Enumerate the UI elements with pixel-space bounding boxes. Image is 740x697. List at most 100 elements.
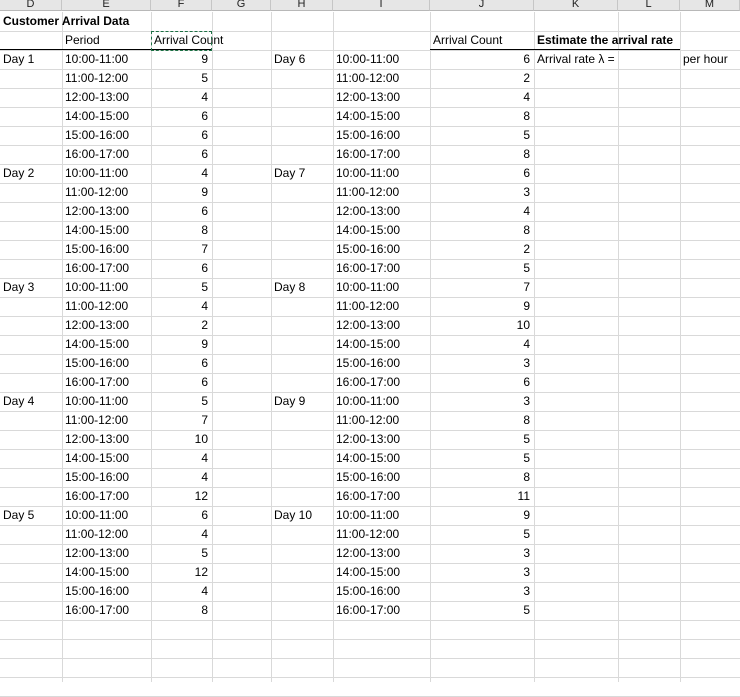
period-cell[interactable]: 15:00-16:00 xyxy=(333,240,430,259)
arrival-count-cell[interactable]: 3 xyxy=(430,354,534,373)
period-cell[interactable]: 14:00-15:00 xyxy=(333,335,430,354)
sheet-title[interactable]: Customer Arrival Data xyxy=(0,12,129,31)
arrival-count-cell[interactable]: 5 xyxy=(430,126,534,145)
day-label[interactable]: Day 1 xyxy=(0,50,62,69)
period-cell[interactable]: 11:00-12:00 xyxy=(333,69,430,88)
arrival-count-cell[interactable]: 8 xyxy=(151,601,212,620)
column-header-g[interactable]: G xyxy=(212,0,271,11)
column-header-e[interactable]: E xyxy=(62,0,151,11)
arrival-count-cell[interactable]: 3 xyxy=(430,392,534,411)
period-cell[interactable]: 10:00-11:00 xyxy=(62,278,151,297)
arrival-count-cell[interactable]: 4 xyxy=(151,164,212,183)
period-cell[interactable]: 11:00-12:00 xyxy=(333,297,430,316)
period-cell[interactable]: 14:00-15:00 xyxy=(333,563,430,582)
period-cell[interactable]: 11:00-12:00 xyxy=(62,69,151,88)
period-cell[interactable]: 16:00-17:00 xyxy=(62,145,151,164)
arrival-count-cell[interactable]: 10 xyxy=(151,430,212,449)
arrival-count-cell[interactable]: 3 xyxy=(430,563,534,582)
arrival-count-cell[interactable]: 6 xyxy=(151,259,212,278)
arrival-count-cell[interactable]: 6 xyxy=(151,202,212,221)
arrival-count-cell[interactable]: 2 xyxy=(430,240,534,259)
period-cell[interactable]: 14:00-15:00 xyxy=(333,221,430,240)
arrival-count-cell[interactable]: 4 xyxy=(151,297,212,316)
period-cell[interactable]: 16:00-17:00 xyxy=(62,601,151,620)
day-label[interactable]: Day 10 xyxy=(271,506,333,525)
arrival-count-cell[interactable]: 5 xyxy=(151,69,212,88)
arrival-count-cell[interactable]: 11 xyxy=(430,487,534,506)
period-cell[interactable]: 11:00-12:00 xyxy=(333,183,430,202)
arrival-count-cell[interactable]: 6 xyxy=(151,145,212,164)
period-cell[interactable]: 10:00-11:00 xyxy=(333,506,430,525)
arrival-count-cell[interactable]: 5 xyxy=(430,601,534,620)
period-cell[interactable]: 16:00-17:00 xyxy=(333,145,430,164)
arrival-count-cell[interactable]: 9 xyxy=(151,335,212,354)
day-label[interactable]: Day 2 xyxy=(0,164,62,183)
arrival-rate-unit[interactable]: per hour xyxy=(680,50,740,69)
period-cell[interactable]: 12:00-13:00 xyxy=(62,88,151,107)
period-cell[interactable]: 10:00-11:00 xyxy=(62,50,151,69)
period-cell[interactable]: 10:00-11:00 xyxy=(333,50,430,69)
column-header-j[interactable]: J xyxy=(430,0,534,11)
period-cell[interactable]: 12:00-13:00 xyxy=(333,88,430,107)
period-cell[interactable]: 15:00-16:00 xyxy=(62,126,151,145)
arrival-count-cell[interactable]: 4 xyxy=(151,449,212,468)
arrival-count-cell[interactable]: 9 xyxy=(151,183,212,202)
arrival-count-cell[interactable]: 5 xyxy=(430,525,534,544)
period-cell[interactable]: 11:00-12:00 xyxy=(62,297,151,316)
arrival-count-cell[interactable]: 5 xyxy=(430,449,534,468)
period-cell[interactable]: 16:00-17:00 xyxy=(333,259,430,278)
arrival-count-cell[interactable]: 8 xyxy=(430,468,534,487)
arrival-count-cell[interactable]: 8 xyxy=(430,107,534,126)
period-cell[interactable]: 12:00-13:00 xyxy=(333,202,430,221)
arrival-count-cell[interactable]: 6 xyxy=(430,50,534,69)
arrival-count-cell[interactable]: 2 xyxy=(430,69,534,88)
arrival-count-cell[interactable]: 4 xyxy=(151,582,212,601)
arrival-count-header-2[interactable]: Arrival Count xyxy=(430,31,534,50)
period-cell[interactable]: 14:00-15:00 xyxy=(62,221,151,240)
arrival-count-cell[interactable]: 7 xyxy=(151,411,212,430)
column-header-d[interactable]: D xyxy=(0,0,62,11)
arrival-count-cell[interactable]: 8 xyxy=(430,411,534,430)
period-cell[interactable]: 14:00-15:00 xyxy=(333,449,430,468)
arrival-count-header[interactable]: Arrival Count xyxy=(151,31,223,50)
arrival-count-cell[interactable]: 9 xyxy=(151,50,212,69)
arrival-count-cell[interactable]: 4 xyxy=(430,202,534,221)
column-header-l[interactable]: L xyxy=(618,0,680,11)
day-label[interactable]: Day 5 xyxy=(0,506,62,525)
arrival-count-cell[interactable]: 12 xyxy=(151,487,212,506)
period-cell[interactable]: 14:00-15:00 xyxy=(62,335,151,354)
day-label[interactable]: Day 9 xyxy=(271,392,333,411)
arrival-count-cell[interactable]: 8 xyxy=(151,221,212,240)
period-cell[interactable]: 12:00-13:00 xyxy=(62,430,151,449)
day-label[interactable]: Day 8 xyxy=(271,278,333,297)
period-cell[interactable]: 15:00-16:00 xyxy=(62,582,151,601)
arrival-count-cell[interactable]: 4 xyxy=(430,335,534,354)
period-cell[interactable]: 10:00-11:00 xyxy=(333,392,430,411)
column-header-f[interactable]: F xyxy=(151,0,212,11)
arrival-count-cell[interactable]: 2 xyxy=(151,316,212,335)
period-cell[interactable]: 15:00-16:00 xyxy=(62,354,151,373)
arrival-count-cell[interactable]: 4 xyxy=(151,88,212,107)
period-cell[interactable]: 12:00-13:00 xyxy=(62,202,151,221)
period-cell[interactable]: 10:00-11:00 xyxy=(333,278,430,297)
period-cell[interactable]: 15:00-16:00 xyxy=(62,240,151,259)
arrival-rate-label[interactable]: Arrival rate λ = xyxy=(534,50,618,69)
column-header-h[interactable]: H xyxy=(271,0,333,11)
day-label[interactable]: Day 7 xyxy=(271,164,333,183)
arrival-count-cell[interactable]: 9 xyxy=(430,297,534,316)
arrival-count-cell[interactable]: 12 xyxy=(151,563,212,582)
period-cell[interactable]: 12:00-13:00 xyxy=(62,544,151,563)
arrival-count-cell[interactable]: 8 xyxy=(430,145,534,164)
day-label[interactable]: Day 6 xyxy=(271,50,333,69)
arrival-count-cell[interactable]: 5 xyxy=(430,430,534,449)
arrival-count-cell[interactable]: 8 xyxy=(430,221,534,240)
period-cell[interactable]: 16:00-17:00 xyxy=(333,373,430,392)
period-cell[interactable]: 16:00-17:00 xyxy=(62,259,151,278)
column-header-m[interactable]: M xyxy=(680,0,740,11)
arrival-count-cell[interactable]: 5 xyxy=(430,259,534,278)
period-cell[interactable]: 16:00-17:00 xyxy=(333,487,430,506)
period-cell[interactable]: 16:00-17:00 xyxy=(62,487,151,506)
period-cell[interactable]: 15:00-16:00 xyxy=(333,126,430,145)
day-label[interactable]: Day 3 xyxy=(0,278,62,297)
period-cell[interactable]: 15:00-16:00 xyxy=(333,582,430,601)
